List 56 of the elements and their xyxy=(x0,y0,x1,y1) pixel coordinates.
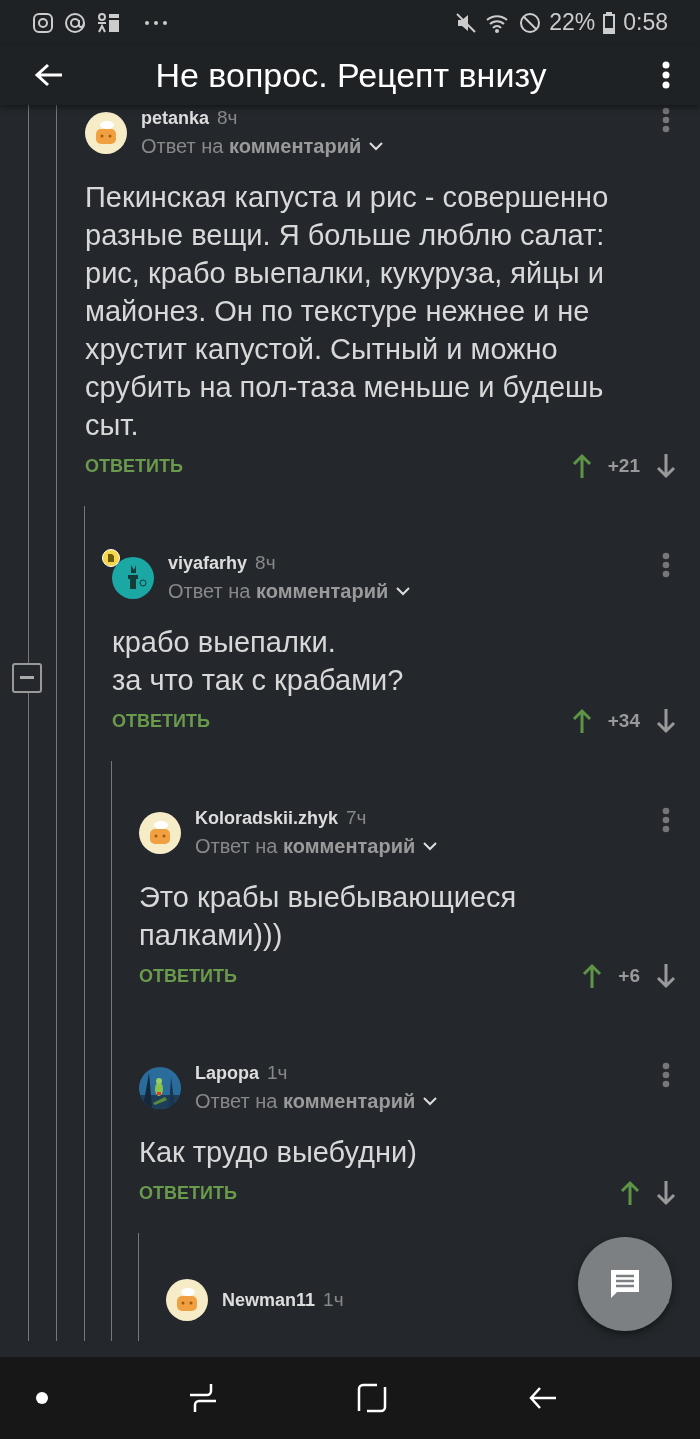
author-name[interactable]: Koloradskii.zhyk xyxy=(195,807,339,829)
at-sign-icon xyxy=(64,11,86,34)
person-gift-icon xyxy=(96,11,120,34)
page-title: Не вопрос. Рецепт внизу xyxy=(154,55,548,95)
rating-score: +34 xyxy=(607,710,640,732)
chevron-down-icon xyxy=(396,587,411,596)
mute-icon xyxy=(455,11,478,34)
dot-icon[interactable] xyxy=(36,1392,48,1404)
downvote-button[interactable] xyxy=(656,708,676,734)
downvote-button[interactable] xyxy=(656,1180,676,1206)
rating-score: +6 xyxy=(618,965,640,987)
upvote-button[interactable] xyxy=(571,453,592,479)
battery-percent: 22% xyxy=(549,9,596,36)
camera-icon xyxy=(32,11,54,34)
reply-to-link[interactable]: Ответ на комментарий xyxy=(141,135,362,158)
author-name[interactable]: Lapopa xyxy=(195,1062,259,1084)
collapse-button[interactable] xyxy=(12,663,42,693)
comment-time: 8ч xyxy=(217,107,238,129)
recent-apps-icon[interactable] xyxy=(188,1383,217,1413)
comment-time: 1ч xyxy=(323,1289,344,1311)
clock-time: 0:58 xyxy=(623,9,668,36)
do-not-disturb-icon xyxy=(519,11,542,34)
reply-button[interactable]: ОТВЕТИТЬ xyxy=(139,965,237,987)
upvote-button[interactable] xyxy=(620,1180,640,1206)
comment-text: Это крабы выебывающиеся палками))) xyxy=(139,880,518,953)
comment-time: 8ч xyxy=(255,552,276,574)
author-name[interactable]: petanka xyxy=(141,107,210,129)
upvote-button[interactable] xyxy=(582,963,603,989)
comment-menu-button[interactable] xyxy=(662,552,670,578)
battery-icon xyxy=(603,11,616,34)
comment-time: 1ч xyxy=(267,1062,288,1084)
author-name[interactable]: viyafarhy xyxy=(168,552,248,574)
comment-menu-button[interactable] xyxy=(662,1062,670,1088)
comment-time: 7ч xyxy=(346,807,367,829)
reply-to-link[interactable]: Ответ на комментарий xyxy=(168,580,389,603)
comment-text: Как трудо выебудни) xyxy=(139,1135,418,1170)
home-icon[interactable] xyxy=(357,1383,388,1413)
author-name[interactable]: Newman11 xyxy=(222,1289,316,1311)
downvote-button[interactable] xyxy=(656,453,676,479)
chevron-down-icon xyxy=(423,1097,438,1106)
reply-button[interactable]: ОТВЕТИТЬ xyxy=(139,1182,237,1204)
downvote-button[interactable] xyxy=(656,963,676,989)
comment-text: крабо выепалки. за что так с крабами? xyxy=(112,625,405,698)
reply-button[interactable]: ОТВЕТИТЬ xyxy=(85,455,183,477)
reply-to-link[interactable]: Ответ на комментарий xyxy=(195,1090,416,1113)
reply-to-link[interactable]: Ответ на комментарий xyxy=(195,835,416,858)
comment-menu-button[interactable] xyxy=(662,807,670,833)
chevron-down-icon xyxy=(369,142,384,151)
rating-score: +21 xyxy=(607,455,640,477)
comment-menu-button[interactable] xyxy=(662,107,670,133)
chevron-down-icon xyxy=(423,842,438,851)
more-dots-icon xyxy=(144,19,168,26)
upvote-button[interactable] xyxy=(571,708,592,734)
minus-icon xyxy=(20,676,34,680)
comment-text: Пекинская капуста и рис - совершенно разные вещи. Я больше люблю салат: рис, крабо выепалки, кукуруза, яйцы и майонез. Он по текстуре нежнее и не хрустит капустой. Сытный и можно срубить на пол-таза меньше и будешь сыт. xyxy=(85,180,610,443)
reply-button[interactable]: ОТВЕТИТЬ xyxy=(112,710,210,732)
